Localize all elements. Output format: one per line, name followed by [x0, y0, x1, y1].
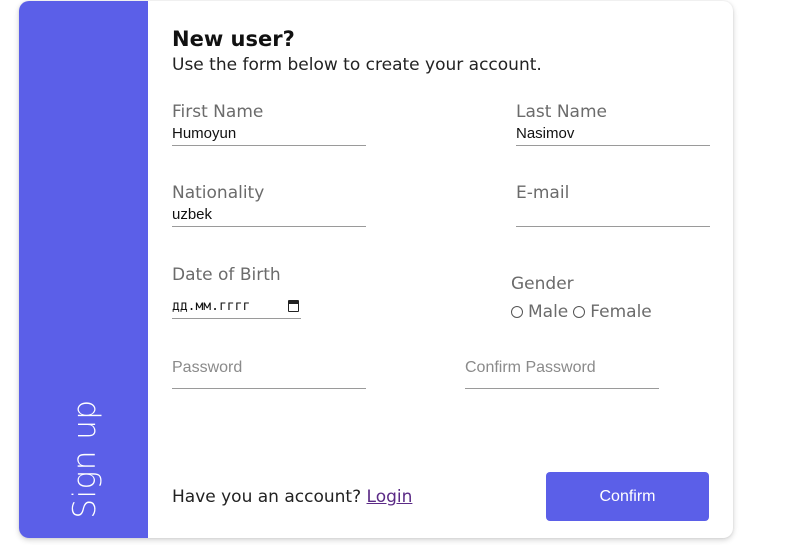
gender-option-male[interactable]: Male — [528, 302, 568, 322]
page-title: New user? — [172, 27, 295, 51]
last-name-label: Last Name — [516, 102, 607, 122]
password-input[interactable]: Password — [172, 357, 366, 379]
confirm-button[interactable]: Confirm — [546, 472, 709, 521]
radio-male-icon[interactable] — [511, 306, 523, 318]
dob-label: Date of Birth — [172, 265, 281, 285]
radio-female-icon[interactable] — [573, 306, 586, 318]
confirm-password-field[interactable]: Confirm Password — [465, 357, 659, 389]
last-name-input[interactable]: Nasimov — [516, 123, 710, 145]
nationality-input[interactable]: uzbek — [172, 204, 366, 226]
last-name-underline — [516, 145, 710, 146]
email-underline — [516, 226, 710, 227]
dob-field[interactable]: Date of Birth дд.мм.гггг — [172, 265, 301, 319]
password-underline — [172, 388, 366, 389]
password-field[interactable]: Password — [172, 357, 366, 389]
first-name-input[interactable]: Humoyun — [172, 123, 366, 145]
page-subtitle: Use the form below to create your accoun… — [172, 55, 542, 75]
login-link[interactable]: Login — [367, 487, 413, 507]
first-name-underline — [172, 145, 366, 146]
sidebar-panel: Sign up — [19, 1, 148, 538]
account-prompt: Have you an account? Login — [172, 487, 412, 507]
first-name-label: First Name — [172, 102, 264, 122]
first-name-field[interactable]: First Name Humoyun — [172, 102, 366, 146]
signup-card: Sign up New user? Use the form below to … — [19, 1, 733, 538]
sidebar-title: Sign up — [67, 399, 103, 519]
dob-underline — [172, 318, 301, 319]
email-label: E-mail — [516, 183, 570, 203]
confirm-password-input[interactable]: Confirm Password — [465, 357, 659, 379]
gender-option-female[interactable]: Female — [590, 302, 651, 322]
nationality-field[interactable]: Nationality uzbek — [172, 183, 366, 227]
confirm-password-underline — [465, 388, 659, 389]
account-text: Have you an account? — [172, 487, 362, 507]
last-name-field[interactable]: Last Name Nasimov — [516, 102, 710, 146]
nationality-underline — [172, 226, 366, 227]
email-field[interactable]: E-mail — [516, 183, 710, 227]
gender-options: Male Female — [511, 302, 657, 322]
dob-placeholder: дд.мм.гггг — [172, 298, 251, 314]
email-input[interactable] — [516, 204, 710, 226]
nationality-label: Nationality — [172, 183, 265, 203]
dob-input[interactable]: дд.мм.гггг — [172, 294, 301, 318]
gender-label: Gender — [511, 274, 574, 294]
calendar-icon[interactable] — [288, 300, 299, 312]
gender-group: Gender Male Female — [511, 274, 657, 322]
